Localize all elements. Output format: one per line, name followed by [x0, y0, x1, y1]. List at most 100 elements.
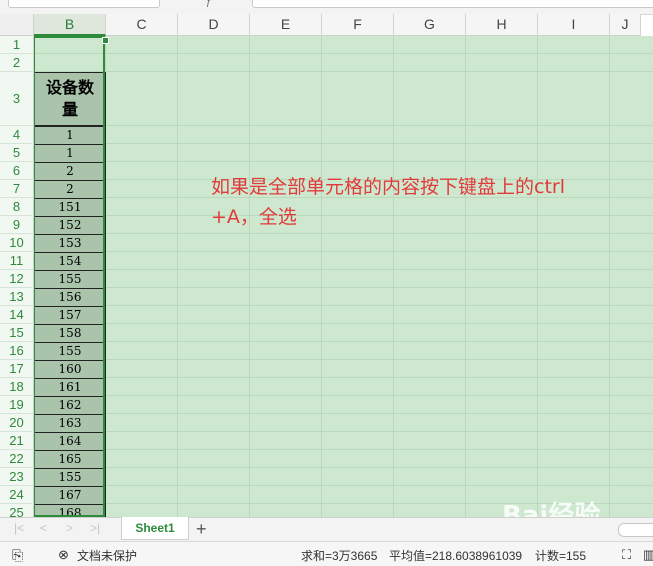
cell-b-value[interactable]: 162 — [34, 396, 106, 414]
cell-b-value[interactable]: 155 — [34, 270, 106, 288]
cell-b-value[interactable]: 160 — [34, 360, 106, 378]
row-header-12[interactable]: 12 — [0, 270, 34, 288]
cell-b-value[interactable]: 167 — [34, 486, 106, 504]
cell-b-value[interactable]: 158 — [34, 324, 106, 342]
row-header-6[interactable]: 6 — [0, 162, 34, 180]
cell-b-value[interactable]: 151 — [34, 198, 106, 216]
select-all-corner[interactable] — [0, 14, 34, 36]
shield-icon: ⊗ — [58, 547, 69, 562]
gridline — [34, 377, 653, 378]
row-header-9[interactable]: 9 — [0, 216, 34, 234]
row-header-20[interactable]: 20 — [0, 414, 34, 432]
row-header-14[interactable]: 14 — [0, 306, 34, 324]
column-header-d[interactable]: D — [178, 14, 250, 36]
gridline — [34, 467, 653, 468]
formula-bar: ƒ — [0, 0, 653, 15]
cell-b-value[interactable]: 2 — [34, 180, 106, 198]
cell-b-value[interactable]: 163 — [34, 414, 106, 432]
cell-b-value[interactable]: 161 — [34, 378, 106, 396]
cell-b-value[interactable]: 155 — [34, 342, 106, 360]
gridline — [393, 36, 394, 517]
cell-b-value[interactable]: 168 — [34, 504, 106, 517]
cell-b-value[interactable]: 154 — [34, 252, 106, 270]
formula-input[interactable] — [252, 0, 653, 8]
gridline — [609, 36, 610, 517]
row-header-1[interactable]: 1 — [0, 36, 34, 54]
gridline — [34, 341, 653, 342]
row-header-16[interactable]: 16 — [0, 342, 34, 360]
row-header-11[interactable]: 11 — [0, 252, 34, 270]
cell-b-value[interactable]: 156 — [34, 288, 106, 306]
row-header-4[interactable]: 4 — [0, 126, 34, 144]
horizontal-scrollbar[interactable] — [618, 523, 653, 537]
cell-b-value[interactable]: 164 — [34, 432, 106, 450]
column-header-b[interactable]: B — [34, 14, 106, 36]
sum-readout: 求和=3万3665 — [301, 549, 378, 563]
column-header-e[interactable]: E — [250, 14, 322, 36]
fill-handle[interactable] — [102, 37, 109, 44]
cell-b-value[interactable]: 1 — [34, 144, 106, 162]
fullscreen-icon[interactable]: ⛶ — [622, 547, 631, 563]
status-bar: ⎘ ⊗ 文档未保护 求和=3万3665 平均值=218.6038961039 计… — [0, 541, 653, 566]
column-header-f[interactable]: F — [322, 14, 394, 36]
gridline — [465, 36, 466, 517]
gridline — [34, 233, 653, 234]
column-header-i[interactable]: I — [538, 14, 610, 36]
plus-icon[interactable]: + — [196, 519, 207, 540]
cell-b-value[interactable]: 157 — [34, 306, 106, 324]
gridline — [34, 53, 653, 54]
column-header-c[interactable]: C — [106, 14, 178, 36]
name-box[interactable] — [8, 0, 160, 8]
gridline — [34, 71, 653, 72]
instruction-annotation: 如果是全部单元格的内容按下键盘上的ctrl +A，全选 — [211, 172, 611, 232]
row-header-13[interactable]: 13 — [0, 288, 34, 306]
cell-b-value[interactable]: 153 — [34, 234, 106, 252]
cell-b-value[interactable]: 1 — [34, 126, 106, 144]
column-header-h[interactable]: H — [466, 14, 538, 36]
row-header-7[interactable]: 7 — [0, 180, 34, 198]
annotation-line-1: 如果是全部单元格的内容按下键盘上的ctrl — [211, 176, 565, 198]
row-header-23[interactable]: 23 — [0, 468, 34, 486]
gridline — [34, 413, 653, 414]
last-sheet-icon[interactable]: >| — [90, 521, 100, 535]
gridline — [34, 395, 653, 396]
protect-status[interactable]: 文档未保护 — [77, 547, 137, 564]
cell-b-value[interactable]: 155 — [34, 468, 106, 486]
row-header-3[interactable]: 3 — [0, 72, 34, 126]
column-header-j[interactable]: J — [610, 14, 641, 36]
gridline — [34, 485, 653, 486]
next-sheet-icon[interactable]: > — [66, 521, 73, 535]
row-header-5[interactable]: 5 — [0, 144, 34, 162]
row-header-17[interactable]: 17 — [0, 360, 34, 378]
gridline — [177, 36, 178, 517]
first-sheet-icon[interactable]: |< — [14, 521, 24, 535]
view-mode-icon[interactable]: ▥ — [643, 547, 653, 563]
column-header-g[interactable]: G — [394, 14, 466, 36]
row-header-21[interactable]: 21 — [0, 432, 34, 450]
sheet-tab-sheet1[interactable]: Sheet1 — [121, 517, 189, 540]
row-header-10[interactable]: 10 — [0, 234, 34, 252]
gridline — [34, 125, 653, 126]
cell-b-value[interactable]: 152 — [34, 216, 106, 234]
row-header-8[interactable]: 8 — [0, 198, 34, 216]
row-header-22[interactable]: 22 — [0, 450, 34, 468]
row-header-24[interactable]: 24 — [0, 486, 34, 504]
gridline — [34, 251, 653, 252]
gridline — [249, 36, 250, 517]
cell-b-value[interactable]: 165 — [34, 450, 106, 468]
row-header-19[interactable]: 19 — [0, 396, 34, 414]
gridline — [34, 431, 653, 432]
gridline — [537, 36, 538, 517]
sheet-tab-bar: |< < > >| Sheet1 + — [0, 517, 653, 542]
formula-icon[interactable]: ƒ — [206, 0, 212, 8]
prev-sheet-icon[interactable]: < — [40, 521, 47, 535]
cell-b-value[interactable]: 2 — [34, 162, 106, 180]
gridline — [34, 305, 653, 306]
row-header-18[interactable]: 18 — [0, 378, 34, 396]
row-header-2[interactable]: 2 — [0, 54, 34, 72]
gridline — [34, 161, 653, 162]
row-header-15[interactable]: 15 — [0, 324, 34, 342]
macro-icon[interactable]: ⎘ — [12, 547, 23, 564]
cell-grid[interactable]: 设备数量 1 1 2 2 151 152 153 154 155 156 157 158 155 160 16… — [34, 36, 653, 517]
cell-b3-header[interactable]: 设备数量 — [34, 72, 106, 126]
